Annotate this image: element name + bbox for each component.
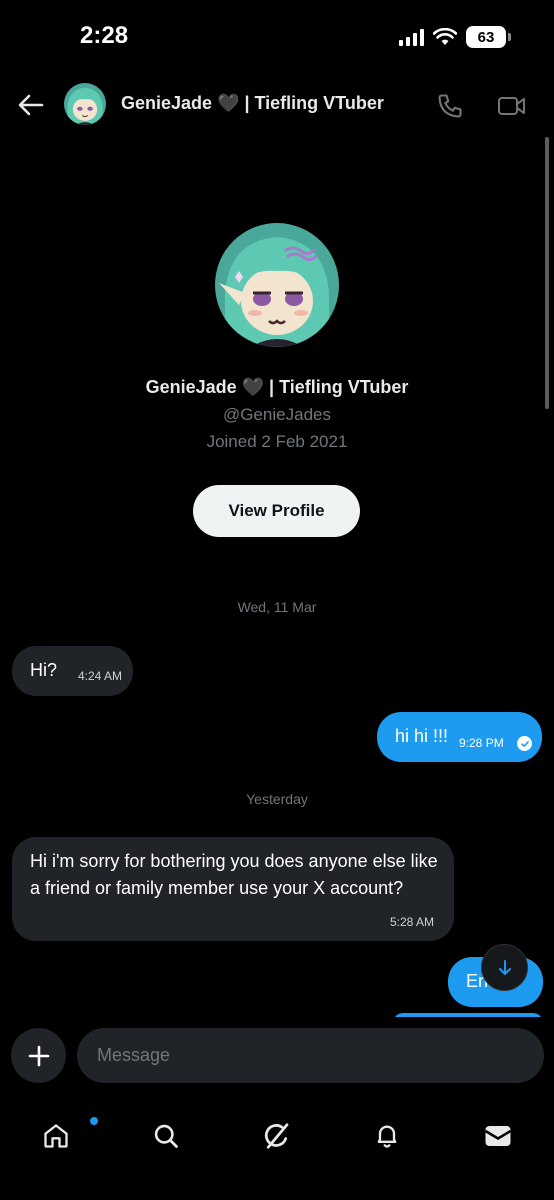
message-bubble-incoming[interactable]: Hi i'm sorry for bothering you does anyo… [12, 837, 454, 941]
voice-call-button[interactable] [436, 92, 466, 122]
nav-search[interactable] [139, 1109, 193, 1163]
nav-home[interactable] [29, 1109, 98, 1163]
conversation-header: GenieJade 🖤 | Tiefling VTuber [0, 76, 554, 134]
profile-joined-date: Joined 2 Feb 2021 [206, 432, 348, 451]
mail-icon [484, 1126, 512, 1146]
date-separator: Yesterday [246, 791, 308, 807]
profile-handle: @GenieJades [223, 405, 331, 424]
wifi-icon [433, 28, 457, 45]
battery-icon: 63 [466, 26, 511, 48]
seen-check-icon [517, 736, 532, 751]
status-icons: 63 [399, 26, 511, 48]
grok-icon [264, 1123, 289, 1149]
nav-grok[interactable] [250, 1109, 304, 1163]
message-bubble-outgoing[interactable]: hi hi !!! 9:28 PM [377, 712, 542, 762]
message-text: Hi? [30, 660, 58, 680]
video-call-button[interactable] [497, 92, 529, 122]
nav-notifications[interactable] [360, 1109, 414, 1163]
message-time: 9:28 PM [459, 736, 504, 750]
scroll-to-bottom-button[interactable] [481, 944, 528, 991]
phone-icon [438, 94, 462, 118]
battery-level: 63 [477, 28, 495, 46]
cellular-signal-icon [399, 28, 424, 46]
message-bubble-incoming[interactable]: Hi? 4:24 AM [12, 646, 133, 696]
status-time: 2:28 [80, 22, 129, 49]
avatar-image [215, 223, 339, 347]
profile-avatar[interactable] [215, 223, 339, 347]
add-attachment-button[interactable] [11, 1028, 66, 1083]
video-camera-icon [498, 97, 525, 115]
arrow-down-icon [498, 959, 511, 975]
profile-name: GenieJade 🖤 | Tiefling VTuber [145, 377, 409, 397]
nav-messages[interactable] [471, 1109, 525, 1163]
date-separator: Wed, 11 Mar [237, 599, 317, 615]
message-text: Hi i'm sorry for bothering you does anyo… [30, 851, 438, 898]
header-title[interactable]: GenieJade 🖤 | Tiefling VTuber [121, 93, 384, 114]
view-profile-button[interactable]: View Profile [193, 485, 360, 537]
message-input[interactable] [77, 1028, 544, 1083]
back-button[interactable] [16, 90, 46, 120]
bottom-navigation [0, 1097, 554, 1200]
scrollbar[interactable] [545, 137, 549, 409]
plus-icon [28, 1045, 49, 1066]
home-icon [44, 1124, 68, 1148]
header-avatar[interactable] [64, 83, 106, 125]
message-composer [0, 1017, 554, 1097]
message-text: hi hi !!! [395, 726, 449, 746]
message-time: 4:24 AM [78, 669, 123, 683]
back-arrow-icon [18, 94, 44, 116]
message-time: 5:28 AM [389, 915, 434, 929]
search-icon [154, 1124, 178, 1148]
status-bar: 2:28 63 [0, 0, 554, 76]
bell-icon [377, 1125, 397, 1148]
avatar-image [64, 83, 106, 125]
notification-dot [90, 1117, 98, 1125]
